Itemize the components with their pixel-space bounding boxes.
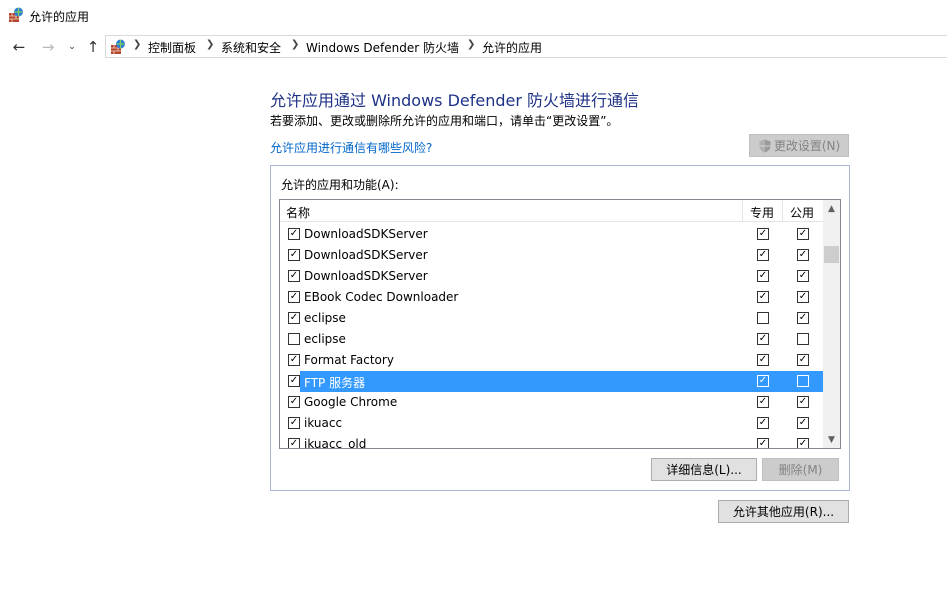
vertical-scrollbar[interactable]: ▲ ▼ — [823, 200, 840, 448]
app-name: eclipse — [304, 332, 346, 346]
window-title: 允许的应用 — [29, 10, 90, 24]
public-checkbox[interactable] — [797, 354, 809, 366]
public-checkbox[interactable] — [797, 291, 809, 303]
navigation-bar: ← → ⌄ ↑ ❯ 控制面板 ❯ 系统和安全 ❯ Windows Defende… — [0, 32, 947, 62]
private-checkbox[interactable] — [757, 291, 769, 303]
arrow-up-icon: ↑ — [86, 38, 100, 56]
remove-button[interactable]: 删除(M) — [762, 458, 839, 481]
public-checkbox[interactable] — [797, 396, 809, 408]
public-checkbox[interactable] — [797, 333, 809, 345]
enabled-checkbox[interactable] — [288, 333, 300, 345]
private-checkbox[interactable] — [757, 375, 769, 387]
list-item[interactable]: ikuacc — [280, 413, 823, 434]
change-settings-label: 更改设置(N) — [773, 139, 841, 153]
change-settings-button[interactable]: 更改设置(N) — [749, 134, 849, 157]
enabled-checkbox[interactable] — [288, 291, 300, 303]
column-divider[interactable] — [782, 200, 783, 222]
allow-other-app-button[interactable]: 允许其他应用(R)... — [718, 500, 849, 523]
app-name: EBook Codec Downloader — [304, 290, 459, 304]
arrow-right-icon: → — [41, 38, 55, 56]
recent-locations-button[interactable]: ⌄ — [62, 37, 82, 57]
selection-highlight — [300, 371, 823, 392]
list-item[interactable]: DownloadSDKServer — [280, 224, 823, 245]
list-header: 名称 专用 公用 — [280, 200, 823, 222]
public-checkbox[interactable] — [797, 249, 809, 261]
private-checkbox[interactable] — [757, 396, 769, 408]
app-name: Format Factory — [304, 353, 394, 367]
back-button[interactable]: ← — [9, 37, 29, 57]
breadcrumb-chevron-icon[interactable]: ❯ — [206, 39, 214, 50]
list-item[interactable]: EBook Codec Downloader — [280, 287, 823, 308]
app-name: DownloadSDKServer — [304, 269, 428, 283]
breadcrumb-control-panel[interactable]: 控制面板 — [148, 39, 196, 56]
enabled-checkbox[interactable] — [288, 396, 300, 408]
scroll-up-icon[interactable]: ▲ — [823, 200, 840, 217]
list-item[interactable]: DownloadSDKServer — [280, 245, 823, 266]
app-name: DownloadSDKServer — [304, 248, 428, 262]
allowed-apps-label: 允许的应用和功能(A): — [281, 178, 399, 192]
column-header-name[interactable]: 名称 — [286, 204, 310, 221]
allowed-apps-list[interactable]: 名称 专用 公用 DownloadSDKServer DownloadSDKSer… — [279, 199, 841, 449]
column-header-public[interactable]: 公用 — [790, 204, 814, 221]
private-checkbox[interactable] — [757, 270, 769, 282]
app-name: ikuacc — [304, 416, 343, 430]
list-item[interactable]: eclipse — [280, 329, 823, 350]
forward-button[interactable]: → — [38, 37, 58, 57]
list-item[interactable]: Format Factory — [280, 350, 823, 371]
enabled-checkbox[interactable] — [288, 270, 300, 282]
app-name: DownloadSDKServer — [304, 227, 428, 241]
enabled-checkbox[interactable] — [288, 417, 300, 429]
enabled-checkbox[interactable] — [288, 438, 300, 448]
column-divider[interactable] — [742, 200, 743, 222]
public-checkbox[interactable] — [797, 270, 809, 282]
list-item[interactable]: ikuacc_old — [280, 434, 823, 449]
page-description: 若要添加、更改或删除所允许的应用和端口，请单击“更改设置”。 — [270, 114, 619, 128]
enabled-checkbox[interactable] — [288, 375, 300, 387]
column-header-private[interactable]: 专用 — [750, 204, 774, 221]
app-name: Google Chrome — [304, 395, 398, 409]
list-item[interactable]: FTP 服务器 — [280, 371, 823, 392]
uac-shield-icon — [759, 139, 771, 152]
list-item[interactable]: DownloadSDKServer — [280, 266, 823, 287]
enabled-checkbox[interactable] — [288, 249, 300, 261]
public-checkbox[interactable] — [797, 375, 809, 387]
enabled-checkbox[interactable] — [288, 228, 300, 240]
enabled-checkbox[interactable] — [288, 354, 300, 366]
breadcrumb-chevron-icon[interactable]: ❯ — [467, 39, 475, 50]
public-checkbox[interactable] — [797, 228, 809, 240]
private-checkbox[interactable] — [757, 417, 769, 429]
private-checkbox[interactable] — [757, 249, 769, 261]
address-bar[interactable]: ❯ 控制面板 ❯ 系统和安全 ❯ Windows Defender 防火墙 ❯ … — [105, 35, 947, 58]
details-button[interactable]: 详细信息(L)... — [651, 458, 757, 481]
public-checkbox[interactable] — [797, 312, 809, 324]
private-checkbox[interactable] — [757, 312, 769, 324]
app-name: eclipse — [304, 311, 346, 325]
private-checkbox[interactable] — [757, 354, 769, 366]
up-button[interactable]: ↑ — [83, 37, 103, 57]
private-checkbox[interactable] — [757, 438, 769, 448]
list-item[interactable]: Google Chrome — [280, 392, 823, 413]
app-name: ikuacc_old — [304, 437, 367, 449]
breadcrumb-chevron-icon[interactable]: ❯ — [291, 39, 299, 50]
public-checkbox[interactable] — [797, 417, 809, 429]
page-title: 允许应用通过 Windows Defender 防火墙进行通信 — [270, 91, 640, 110]
private-checkbox[interactable] — [757, 228, 769, 240]
breadcrumb-system-security[interactable]: 系统和安全 — [221, 39, 281, 56]
title-bar: 允许的应用 — [0, 0, 947, 32]
list-item[interactable]: eclipse — [280, 308, 823, 329]
arrow-left-icon: ← — [12, 38, 26, 56]
breadcrumb-allowed-apps[interactable]: 允许的应用 — [482, 39, 542, 56]
private-checkbox[interactable] — [757, 333, 769, 345]
chevron-down-icon: ⌄ — [68, 42, 76, 52]
app-name: FTP 服务器 — [304, 376, 366, 390]
breadcrumb-chevron-icon[interactable]: ❯ — [133, 39, 141, 50]
firewall-location-icon — [111, 39, 125, 54]
risk-help-link[interactable]: 允许应用进行通信有哪些风险? — [270, 139, 432, 156]
scroll-down-icon[interactable]: ▼ — [823, 431, 840, 448]
public-checkbox[interactable] — [797, 438, 809, 448]
firewall-app-icon — [9, 7, 23, 22]
scroll-thumb[interactable] — [824, 246, 839, 263]
breadcrumb-firewall[interactable]: Windows Defender 防火墙 — [306, 39, 459, 56]
enabled-checkbox[interactable] — [288, 312, 300, 324]
